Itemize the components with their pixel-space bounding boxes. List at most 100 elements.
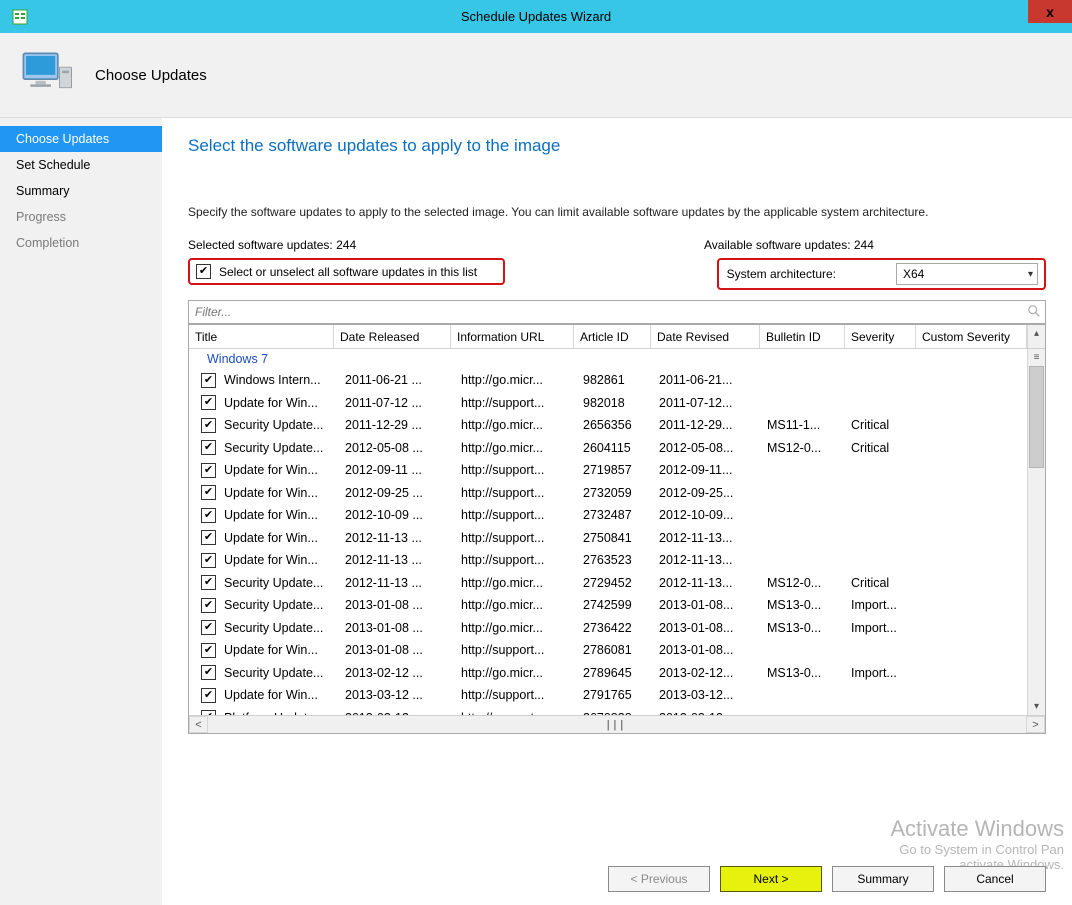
row-title: Update for Win... [224, 486, 318, 500]
row-url: http://support... [455, 531, 577, 545]
col-info-url[interactable]: Information URL [451, 325, 574, 348]
row-url: http://support... [455, 396, 577, 410]
row-url: http://support... [455, 643, 577, 657]
previous-button[interactable]: < Previous [608, 866, 710, 892]
row-article: 2750841 [577, 531, 653, 545]
row-article: 2732059 [577, 486, 653, 500]
wizard-window: Schedule Updates Wizard x Choose Updates… [0, 0, 1072, 905]
row-checkbox[interactable]: ✔ [201, 530, 216, 545]
row-checkbox[interactable]: ✔ [201, 508, 216, 523]
row-checkbox[interactable]: ✔ [201, 553, 216, 568]
col-title[interactable]: Title [189, 325, 334, 348]
row-date: 2013-01-08 ... [339, 643, 455, 657]
row-date: 2012-11-13 ... [339, 576, 455, 590]
row-title: Update for Win... [224, 463, 318, 477]
table-row[interactable]: ✔Windows Intern...2011-06-21 ...http://g… [189, 369, 1027, 392]
filter-input[interactable] [189, 305, 1045, 319]
row-url: http://support... [455, 463, 577, 477]
search-icon[interactable] [1027, 304, 1041, 321]
select-all-checkbox[interactable]: ✔ [196, 264, 211, 279]
scroll-down-button[interactable]: ▾ [1028, 698, 1045, 715]
row-date: 2013-01-08 ... [339, 621, 455, 635]
row-date: 2012-09-11 ... [339, 463, 455, 477]
table-row[interactable]: ✔Update for Win...2012-10-09 ...http://s… [189, 504, 1027, 527]
monitor-icon [20, 49, 75, 102]
table-row[interactable]: ✔Security Update...2013-02-12 ...http://… [189, 662, 1027, 685]
col-custom-severity[interactable]: Custom Severity [916, 325, 1027, 348]
architecture-value: X64 [903, 267, 924, 281]
scroll-right-button[interactable]: > [1026, 716, 1045, 733]
group-header[interactable]: Windows 7 [189, 349, 1027, 369]
col-severity[interactable]: Severity [845, 325, 916, 348]
selected-count: Selected software updates: 244 [188, 238, 356, 252]
table-row[interactable]: ✔Update for Win...2012-09-25 ...http://s… [189, 482, 1027, 505]
col-bulletin-id[interactable]: Bulletin ID [760, 325, 845, 348]
table-row[interactable]: ✔Update for Win...2011-07-12 ...http://s… [189, 392, 1027, 415]
row-url: http://go.micr... [455, 418, 577, 432]
horizontal-scrollbar[interactable]: < ||| > [189, 715, 1045, 733]
row-title: Security Update... [224, 418, 323, 432]
architecture-select[interactable]: X64 ▾ [896, 263, 1038, 285]
row-url: http://go.micr... [455, 576, 577, 590]
row-url: http://go.micr... [455, 666, 577, 680]
scroll-up-button[interactable]: ▴ [1028, 325, 1045, 342]
table-row[interactable]: ✔Platform Update...2013-03-12 ...http://… [189, 707, 1027, 716]
col-date-revised[interactable]: Date Revised [651, 325, 760, 348]
row-checkbox[interactable]: ✔ [201, 598, 216, 613]
h-scroll-track[interactable]: ||| [208, 716, 1026, 733]
row-url: http://go.micr... [455, 598, 577, 612]
row-checkbox[interactable]: ✔ [201, 665, 216, 680]
table-row[interactable]: ✔Update for Win...2012-11-13 ...http://s… [189, 549, 1027, 572]
close-button[interactable]: x [1028, 0, 1072, 23]
nav-item-choose-updates[interactable]: Choose Updates [0, 126, 162, 152]
row-revised: 2013-03-12... [653, 688, 761, 702]
next-button[interactable]: Next > [720, 866, 822, 892]
row-article: 2736422 [577, 621, 653, 635]
page-description: Specify the software updates to apply to… [188, 204, 1008, 220]
row-checkbox[interactable]: ✔ [201, 395, 216, 410]
summary-button[interactable]: Summary [832, 866, 934, 892]
row-url: http://go.micr... [455, 441, 577, 455]
row-title: Update for Win... [224, 396, 318, 410]
table-row[interactable]: ✔Security Update...2013-01-08 ...http://… [189, 617, 1027, 640]
app-icon [12, 8, 30, 26]
row-checkbox[interactable]: ✔ [201, 440, 216, 455]
row-checkbox[interactable]: ✔ [201, 485, 216, 500]
table-row[interactable]: ✔Security Update...2012-11-13 ...http://… [189, 572, 1027, 595]
row-severity: Critical [845, 441, 915, 455]
row-checkbox[interactable]: ✔ [201, 575, 216, 590]
vertical-scrollbar[interactable]: ≡ ▾ [1027, 349, 1045, 715]
scroll-thumb-marker: ≡ [1028, 349, 1045, 366]
table-row[interactable]: ✔ Update for Win... 2012-09-11 ...http://s… [189, 459, 1027, 482]
row-bulletin: MS12-0... [761, 441, 845, 455]
table-row[interactable]: ✔Security Update...2013-01-08 ...http://… [189, 594, 1027, 617]
row-revised: 2013-02-12... [653, 666, 761, 680]
row-checkbox[interactable]: ✔ [201, 688, 216, 703]
updates-table: Title Date Released Information URL Arti… [188, 324, 1046, 734]
table-row[interactable]: ✔ Security Update... 2011-12-29 ...http://… [189, 414, 1027, 437]
row-severity: Import... [845, 666, 915, 680]
row-checkbox[interactable]: ✔ [201, 620, 216, 635]
row-checkbox[interactable]: ✔ [201, 643, 216, 658]
filter-wrap [188, 300, 1046, 324]
scroll-thumb[interactable] [1029, 366, 1044, 468]
table-row[interactable]: ✔Update for Win...2013-03-12 ...http://s… [189, 684, 1027, 707]
col-article-id[interactable]: Article ID [574, 325, 651, 348]
nav-item-set-schedule[interactable]: Set Schedule [0, 152, 162, 178]
cancel-button[interactable]: Cancel [944, 866, 1046, 892]
row-date: 2012-05-08 ... [339, 441, 455, 455]
table-row[interactable]: ✔Update for Win...2012-11-13 ...http://s… [189, 527, 1027, 550]
row-checkbox[interactable]: ✔ [201, 373, 216, 388]
table-row[interactable]: ✔Update for Win...2013-01-08 ...http://s… [189, 639, 1027, 662]
available-count: Available software updates: 244 [704, 238, 1046, 252]
nav-item-summary[interactable]: Summary [0, 178, 162, 204]
scroll-left-button[interactable]: < [189, 716, 208, 733]
row-article: 2656356 [577, 418, 653, 432]
row-date: 2012-11-13 ... [339, 531, 455, 545]
col-date-released[interactable]: Date Released [334, 325, 451, 348]
row-checkbox[interactable]: ✔ [201, 418, 216, 433]
row-checkbox[interactable]: ✔ [201, 463, 216, 478]
header-title: Choose Updates [95, 67, 207, 84]
row-date: 2011-12-29 ... [339, 418, 455, 432]
table-row[interactable]: ✔Security Update...2012-05-08 ...http://… [189, 437, 1027, 460]
